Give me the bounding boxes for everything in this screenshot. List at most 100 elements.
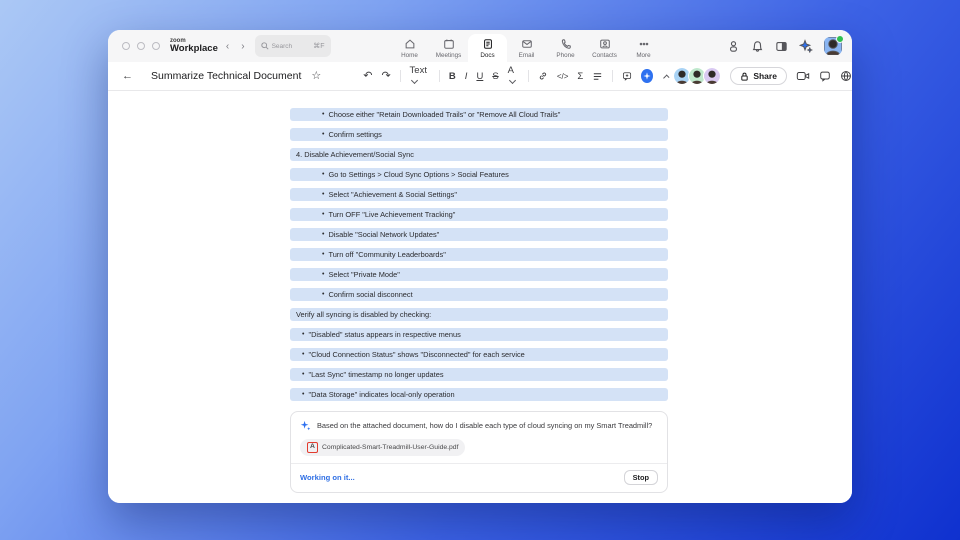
search-placeholder: Search bbox=[271, 42, 293, 50]
search-input[interactable]: Search ⌘F bbox=[254, 35, 331, 57]
undo-button[interactable]: ↶ bbox=[363, 70, 372, 82]
ai-status-text: Working on it... bbox=[300, 472, 355, 482]
chevron-down-icon bbox=[508, 76, 516, 85]
bullet-icon: • bbox=[322, 171, 325, 178]
tab-phone-label: Phone bbox=[556, 51, 575, 59]
tab-home[interactable]: Home bbox=[390, 34, 429, 62]
doc-line-text: Select "Achievement & Social Settings" bbox=[328, 190, 457, 199]
doc-line[interactable]: • Choose either "Retain Downloaded Trails… bbox=[290, 108, 668, 121]
window-controls bbox=[108, 30, 170, 62]
doc-line[interactable]: • Select "Private Mode" bbox=[290, 268, 668, 281]
redo-button[interactable]: ↷ bbox=[381, 70, 390, 82]
doc-line-text: Turn OFF "Live Achievement Tracking" bbox=[328, 210, 456, 219]
attachment-chip[interactable]: A Complicated-Smart-Treadmill-User-Guide… bbox=[300, 438, 466, 456]
tab-contacts[interactable]: Contacts bbox=[585, 34, 624, 62]
toolbar-divider bbox=[612, 70, 614, 82]
bullet-icon: • bbox=[302, 371, 305, 378]
doc-line-text: "Disabled" status appears in respective … bbox=[308, 330, 461, 339]
globe-language-icon[interactable] bbox=[840, 70, 852, 82]
collaborator-avatars bbox=[673, 67, 722, 85]
header-right-icons bbox=[727, 30, 844, 62]
bullet-icon: • bbox=[322, 211, 325, 218]
doc-line-text: 4. Disable Achievement/Social Sync bbox=[296, 150, 414, 159]
doc-line[interactable]: • Go to Settings > Cloud Sync Options > S… bbox=[290, 168, 668, 181]
doc-line[interactable]: • "Disabled" status appears in respective… bbox=[290, 328, 668, 341]
doc-line[interactable]: • "Last Sync" timestamp no longer updates bbox=[290, 368, 668, 381]
zoom-workplace-logo: zoom Workplace bbox=[170, 30, 218, 62]
stop-button[interactable]: Stop bbox=[623, 469, 658, 485]
doc-line[interactable]: 4. Disable Achievement/Social Sync bbox=[290, 148, 668, 161]
tab-more-label: More bbox=[636, 51, 651, 59]
back-history-button[interactable]: ‹ bbox=[226, 41, 229, 52]
logo-workplace-text: Workplace bbox=[170, 43, 218, 55]
forward-history-button[interactable]: › bbox=[241, 41, 244, 52]
tab-phone[interactable]: Phone bbox=[546, 34, 585, 62]
doc-line[interactable]: • "Data Storage" indicates local-only ope… bbox=[290, 388, 668, 401]
format-tools: ↶ ↷ Text B I U S A </> Σ bbox=[363, 65, 670, 87]
notifications-bell-icon[interactable] bbox=[751, 40, 764, 53]
ai-companion-sparkle-icon[interactable] bbox=[799, 39, 813, 53]
doc-line-text: Confirm settings bbox=[328, 130, 382, 139]
doc-toolbar: ← Summarize Technical Document ☆ ↶ ↷ Tex… bbox=[108, 62, 852, 91]
document-canvas[interactable]: • Choose either "Retain Downloaded Trails… bbox=[108, 91, 852, 503]
minimize-window-button[interactable] bbox=[137, 42, 145, 50]
align-dropdown[interactable] bbox=[592, 71, 603, 82]
star-favorite-button[interactable]: ☆ bbox=[311, 70, 321, 82]
text-style-dropdown[interactable]: Text bbox=[410, 65, 431, 87]
doc-line[interactable]: • Select "Achievement & Social Settings" bbox=[290, 188, 668, 201]
collaborator-avatar[interactable] bbox=[703, 67, 722, 85]
toolbar-divider bbox=[527, 70, 529, 82]
maximize-window-button[interactable] bbox=[152, 42, 160, 50]
text-color-dropdown[interactable]: A bbox=[508, 65, 519, 87]
doc-line[interactable]: • "Cloud Connection Status" shows "Discon… bbox=[290, 348, 668, 361]
doc-line[interactable]: • Turn off "Community Leaderboards" bbox=[290, 248, 668, 261]
close-window-button[interactable] bbox=[122, 42, 130, 50]
online-status-dot bbox=[836, 35, 844, 43]
panel-toggle-icon[interactable] bbox=[775, 40, 788, 53]
toolbar-divider bbox=[439, 70, 440, 82]
tab-meetings[interactable]: Meetings bbox=[429, 34, 468, 62]
collapse-toolbar-button[interactable] bbox=[662, 73, 670, 81]
share-button[interactable]: Share bbox=[730, 67, 787, 85]
italic-button[interactable]: I bbox=[465, 71, 468, 82]
doc-line[interactable]: • Confirm social disconnect bbox=[290, 288, 668, 301]
account-icon[interactable] bbox=[727, 40, 740, 53]
search-icon bbox=[260, 42, 269, 50]
sparkle-icon bbox=[643, 72, 651, 80]
back-button[interactable]: ← bbox=[122, 70, 133, 82]
doc-line-text: Turn off "Community Leaderboards" bbox=[328, 250, 446, 259]
tab-home-label: Home bbox=[401, 51, 418, 59]
document-title: Summarize Technical Document bbox=[151, 70, 302, 82]
doc-line[interactable]: • Turn OFF "Live Achievement Tracking" bbox=[290, 208, 668, 221]
ai-companion-button[interactable] bbox=[641, 69, 653, 83]
user-avatar[interactable] bbox=[824, 35, 844, 55]
code-block-button[interactable]: </> bbox=[557, 72, 569, 81]
tab-email[interactable]: Email bbox=[507, 34, 546, 62]
doc-line[interactable]: Verify all syncing is disabled by checki… bbox=[290, 308, 668, 321]
bullet-icon: • bbox=[322, 191, 325, 198]
lock-icon bbox=[741, 72, 749, 81]
bold-button[interactable]: B bbox=[449, 71, 456, 82]
calendar-icon bbox=[443, 39, 454, 49]
doc-line[interactable]: • Disable "Social Network Updates" bbox=[290, 228, 668, 241]
share-label: Share bbox=[753, 71, 777, 81]
doc-line-text: Go to Settings > Cloud Sync Options > So… bbox=[328, 170, 509, 179]
tab-docs-label: Docs bbox=[480, 51, 495, 59]
tab-docs[interactable]: Docs bbox=[468, 34, 507, 62]
formula-button[interactable]: Σ bbox=[577, 71, 583, 82]
link-icon[interactable] bbox=[538, 70, 548, 82]
doc-line-text: "Data Storage" indicates local-only oper… bbox=[308, 390, 455, 399]
tab-more[interactable]: More bbox=[624, 34, 663, 62]
doc-line[interactable]: • Confirm settings bbox=[290, 128, 668, 141]
bullet-icon: • bbox=[322, 131, 325, 138]
strikethrough-button[interactable]: S bbox=[492, 71, 498, 82]
chat-bubble-icon[interactable] bbox=[819, 70, 831, 82]
contacts-icon bbox=[599, 39, 610, 48]
add-comment-icon[interactable] bbox=[622, 70, 632, 82]
home-icon bbox=[405, 38, 414, 48]
app-window: zoom Workplace ‹ › Search ⌘F Home Meetin… bbox=[108, 30, 852, 503]
app-header: zoom Workplace ‹ › Search ⌘F Home Meetin… bbox=[108, 30, 852, 62]
video-camera-icon[interactable] bbox=[796, 70, 810, 82]
underline-button[interactable]: U bbox=[476, 71, 483, 82]
docs-icon bbox=[483, 38, 492, 49]
